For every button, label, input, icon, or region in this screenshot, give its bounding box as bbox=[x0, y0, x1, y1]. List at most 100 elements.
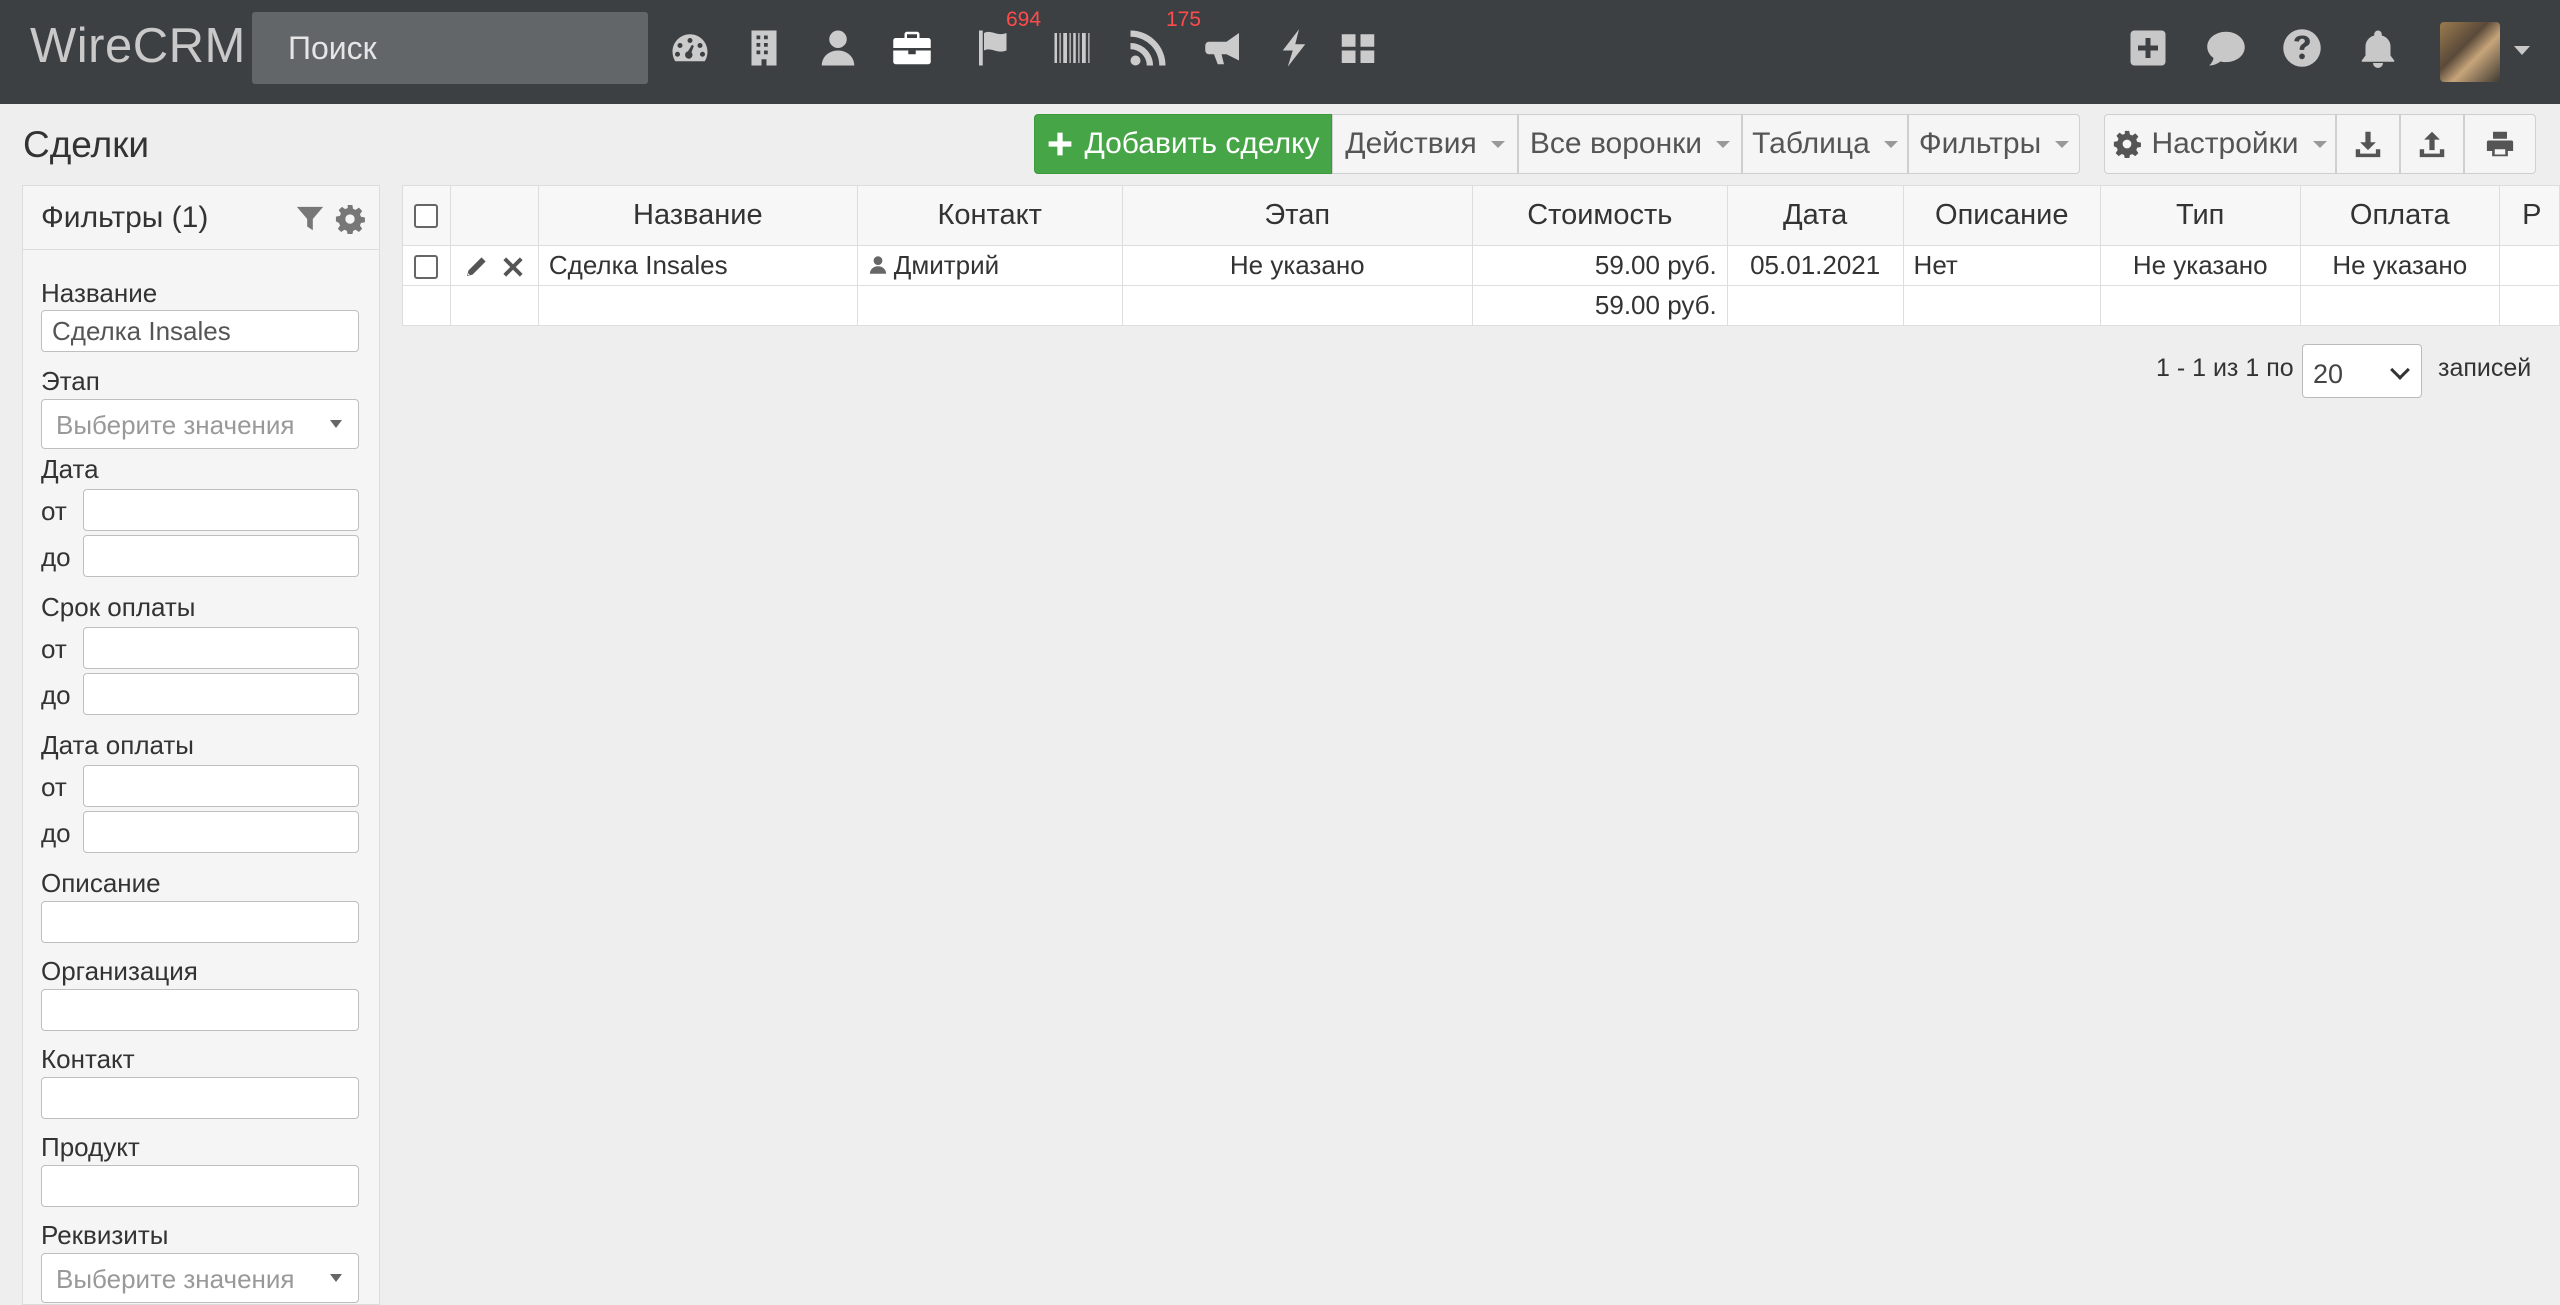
column-header-cost[interactable]: Стоимость bbox=[1471, 185, 1728, 246]
total-empty-cell bbox=[402, 285, 451, 326]
total-empty-cell bbox=[1902, 285, 2101, 326]
view-label: Таблица bbox=[1752, 127, 1870, 160]
settings-dropdown[interactable]: Настройки bbox=[2104, 114, 2336, 174]
filter-date-from-input[interactable] bbox=[83, 489, 359, 531]
page-size-label: записей bbox=[2438, 354, 2532, 382]
plus-square-icon[interactable] bbox=[2124, 24, 2172, 72]
column-header-type[interactable]: Тип bbox=[2099, 185, 2301, 246]
total-empty-cell bbox=[856, 285, 1123, 326]
flag-badge: 694 bbox=[1006, 8, 1042, 31]
filter-due-from-input[interactable] bbox=[83, 627, 359, 669]
download-button[interactable] bbox=[2336, 114, 2400, 174]
user-avatar[interactable] bbox=[2440, 22, 2500, 82]
select-placeholder: Выберите значения bbox=[56, 1264, 295, 1294]
filter-icon[interactable] bbox=[295, 204, 325, 234]
add-deal-button[interactable]: Добавить сделку bbox=[1034, 114, 1332, 174]
column-header-name[interactable]: Название bbox=[537, 185, 858, 246]
deal-extra-cell bbox=[2499, 245, 2560, 286]
filter-product-input[interactable] bbox=[41, 1165, 359, 1207]
column-header-payment[interactable]: Оплата bbox=[2299, 185, 2501, 246]
filter-paid-from-label: от bbox=[41, 772, 67, 802]
caret-down-icon bbox=[1490, 140, 1505, 148]
column-header-contact[interactable]: Контакт bbox=[856, 185, 1123, 246]
caret-down-icon bbox=[330, 1274, 342, 1282]
pencil-icon[interactable] bbox=[465, 256, 487, 278]
deal-name-cell[interactable]: Сделка Insales bbox=[537, 245, 858, 286]
total-empty-cell bbox=[2299, 285, 2501, 326]
filters-dropdown[interactable]: Фильтры bbox=[1908, 114, 2080, 174]
filter-date-to-label: до bbox=[41, 542, 71, 572]
chevron-down-icon bbox=[2390, 360, 2410, 380]
column-header-stage[interactable]: Этап bbox=[1121, 185, 1473, 246]
help-icon[interactable] bbox=[2278, 24, 2326, 72]
deal-payment-cell: Не указано bbox=[2299, 245, 2501, 286]
filter-description-input[interactable] bbox=[41, 901, 359, 943]
filter-date-from-label: от bbox=[41, 496, 67, 526]
filter-paid-to-input[interactable] bbox=[83, 811, 359, 853]
building-icon[interactable] bbox=[740, 22, 788, 74]
deals-table-container: Название Контакт Этап Стоимость Дата Опи… bbox=[402, 185, 2560, 327]
briefcase-icon[interactable] bbox=[888, 22, 936, 74]
filter-contact-input[interactable] bbox=[41, 1077, 359, 1119]
filters-panel: Фильтры (1) Название Этап Выберите значе… bbox=[22, 185, 380, 1305]
row-checkbox[interactable] bbox=[414, 255, 439, 280]
column-header-description[interactable]: Описание bbox=[1902, 185, 2101, 246]
view-dropdown[interactable]: Таблица bbox=[1742, 114, 1908, 174]
total-empty-cell bbox=[1121, 285, 1473, 326]
table-row[interactable]: Сделка Insales Дмитрий Не указано 59.00 … bbox=[402, 245, 2560, 286]
select-all-checkbox[interactable] bbox=[414, 204, 439, 229]
barcode-icon[interactable] bbox=[1048, 22, 1096, 74]
upload-button[interactable] bbox=[2400, 114, 2464, 174]
filter-due-to-input[interactable] bbox=[83, 673, 359, 715]
row-actions-cell bbox=[449, 245, 539, 286]
total-empty-cell bbox=[1726, 285, 1904, 326]
column-header-more[interactable]: Р bbox=[2499, 185, 2560, 246]
avatar-dropdown-caret-icon[interactable] bbox=[2514, 46, 2530, 55]
deal-description-cell: Нет bbox=[1902, 245, 2101, 286]
megaphone-icon[interactable] bbox=[1200, 22, 1248, 74]
caret-down-icon bbox=[1716, 140, 1731, 148]
filter-contact-label: Контакт bbox=[41, 1044, 135, 1074]
filter-name-input[interactable] bbox=[41, 310, 359, 352]
page-size-select[interactable]: 20 bbox=[2302, 344, 2422, 398]
select-placeholder: Выберите значения bbox=[56, 410, 295, 440]
funnels-dropdown[interactable]: Все воронки bbox=[1518, 114, 1742, 174]
filter-stage-select[interactable]: Выберите значения bbox=[41, 399, 359, 449]
table-total-row: 59.00 руб. bbox=[402, 285, 2560, 326]
bell-icon[interactable] bbox=[2354, 24, 2402, 72]
bolt-icon[interactable] bbox=[1270, 22, 1318, 74]
download-icon bbox=[2355, 131, 2381, 158]
contact-name: Дмитрий bbox=[893, 250, 1000, 280]
filter-date-label: Дата bbox=[41, 454, 99, 484]
page-size-value: 20 bbox=[2313, 359, 2344, 389]
app-logo[interactable]: WireCRM bbox=[30, 18, 246, 74]
user-icon bbox=[869, 256, 886, 274]
upload-icon bbox=[2419, 131, 2445, 158]
filter-requisites-select[interactable]: Выберите значения bbox=[41, 1253, 359, 1303]
deal-cost-cell: 59.00 руб. bbox=[1471, 245, 1728, 286]
column-header-date[interactable]: Дата bbox=[1726, 185, 1904, 246]
dashboard-icon[interactable] bbox=[666, 22, 714, 74]
search-input[interactable] bbox=[252, 12, 648, 84]
actions-label: Действия bbox=[1345, 127, 1477, 160]
filter-paid-from-input[interactable] bbox=[83, 765, 359, 807]
settings-label: Настройки bbox=[2151, 127, 2299, 160]
filters-label: Фильтры bbox=[1918, 127, 2042, 160]
pagination-info: 1 - 1 из 1 по bbox=[2156, 354, 2294, 382]
print-button[interactable] bbox=[2464, 114, 2536, 174]
select-all-cell bbox=[402, 185, 451, 246]
rss-icon[interactable] bbox=[1124, 22, 1172, 74]
actions-dropdown[interactable]: Действия bbox=[1332, 114, 1518, 174]
chat-icon[interactable] bbox=[2202, 24, 2250, 72]
filter-name-label: Название bbox=[41, 278, 158, 308]
filter-paid-label: Дата оплаты bbox=[41, 730, 194, 760]
filter-date-to-input[interactable] bbox=[83, 535, 359, 577]
gear-icon[interactable] bbox=[335, 204, 365, 235]
deal-contact-cell[interactable]: Дмитрий bbox=[856, 245, 1123, 286]
filters-header: Фильтры (1) bbox=[23, 186, 379, 250]
user-icon[interactable] bbox=[814, 22, 862, 74]
close-icon[interactable] bbox=[502, 256, 524, 278]
grid-icon[interactable] bbox=[1334, 22, 1382, 74]
filter-organization-input[interactable] bbox=[41, 989, 359, 1031]
funnels-label: Все воронки bbox=[1529, 127, 1703, 160]
